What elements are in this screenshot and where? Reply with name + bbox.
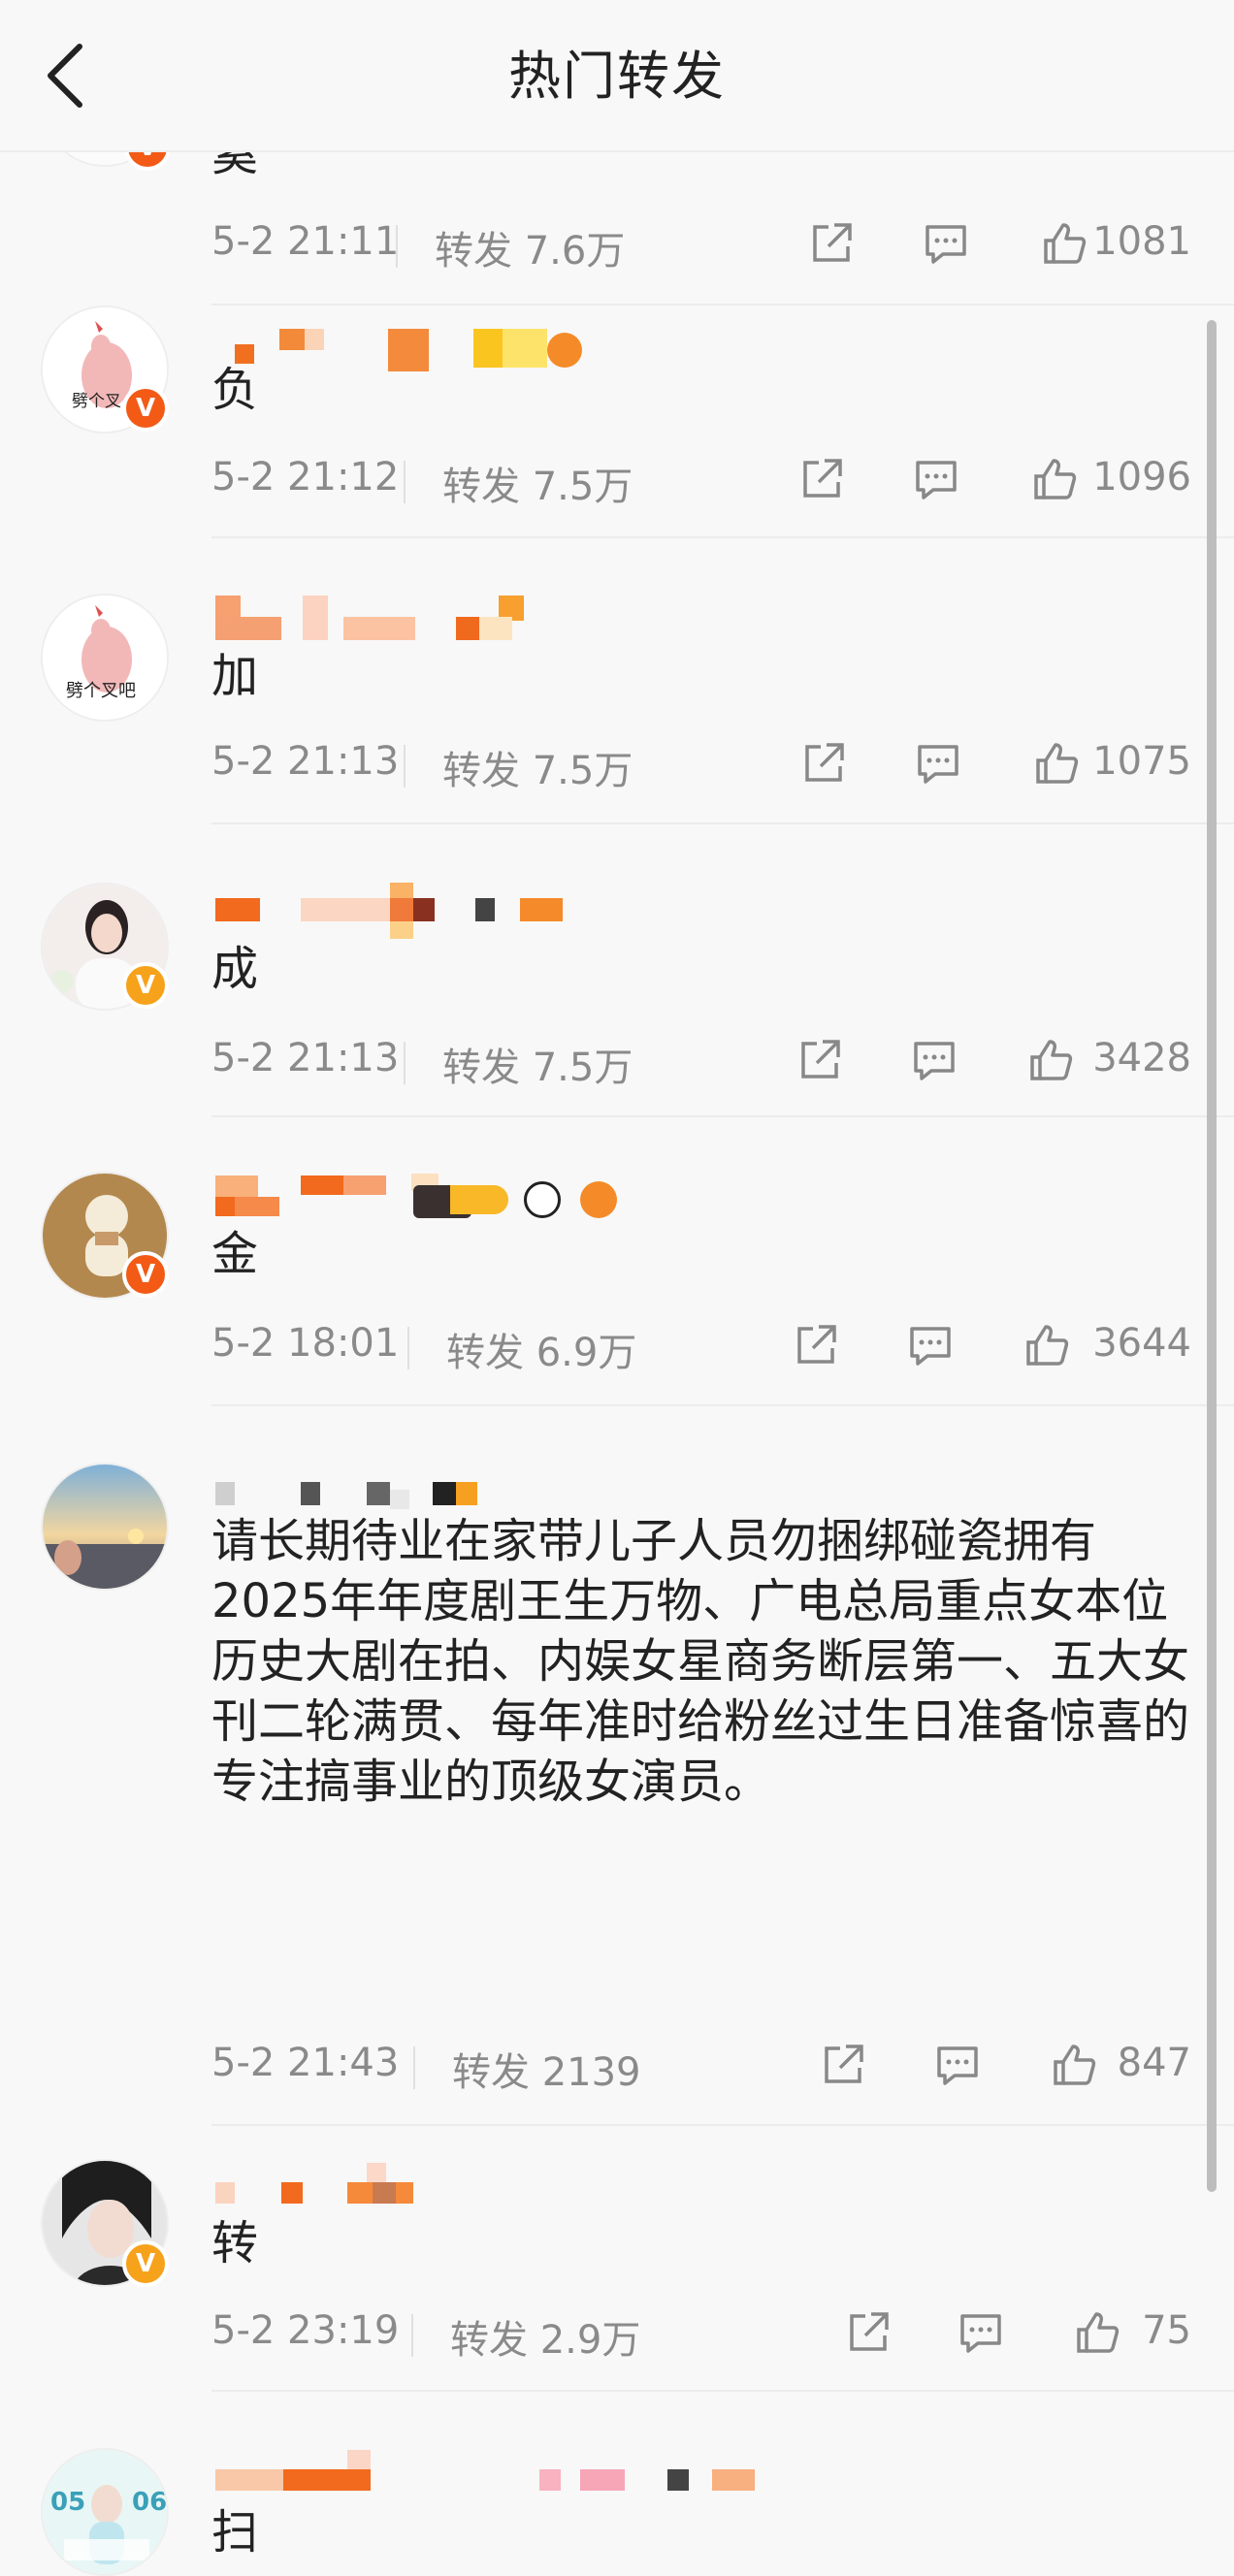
thumbs-up-icon[interactable] (1023, 1321, 1071, 1369)
meta-divider (404, 1042, 406, 1084)
timestamp: 5-2 18:01 (211, 1321, 400, 1366)
comment-icon[interactable] (906, 1321, 955, 1369)
meta-divider (404, 461, 406, 503)
comment-meta: 5-2 21:12 转发 7.5万 1096 (211, 451, 1191, 509)
comment-text: 加 (211, 649, 259, 703)
timestamp: 5-2 21:13 (211, 739, 400, 784)
comment-meta: 5-2 21:13 转发 7.5万 3428 (211, 1032, 1191, 1090)
svg-text:05: 05 (50, 2488, 85, 2517)
verified-badge: V (122, 962, 169, 1009)
divider (211, 536, 1234, 538)
divider (211, 2390, 1234, 2392)
comment-text: 请长期待业在家带儿子人员勿捆绑碰瓷拥有2025年年度剧王生万物、广电总局重点女本… (211, 1514, 1190, 1809)
thumbs-up-icon[interactable] (1032, 739, 1081, 788)
username-censored[interactable] (211, 2450, 755, 2495)
username-censored[interactable] (211, 883, 600, 939)
like-count[interactable]: 1096 (1092, 455, 1191, 499)
meta-divider (411, 2314, 413, 2357)
divider (211, 1404, 1234, 1406)
comment-icon[interactable] (922, 219, 970, 268)
comment-text: 转 (211, 2216, 259, 2270)
meta-divider (396, 225, 398, 268)
repost-count: 转发 7.5万 (442, 1046, 633, 1090)
username-censored[interactable] (211, 596, 580, 640)
repost-count: 转发 7.5万 (442, 749, 633, 793)
meta-divider (407, 1327, 409, 1369)
like-count[interactable]: 75 (1142, 2308, 1191, 2353)
repost-count: 转发 7.5万 (442, 465, 633, 509)
comment-meta: 5-2 21:11 转发 7.6万 1081 (211, 215, 1191, 274)
thumbs-up-icon[interactable] (1030, 455, 1079, 503)
comment-meta: 5-2 18:01 转发 6.9万 3644 (211, 1317, 1191, 1375)
comment-text: 负 (211, 363, 259, 417)
comment-icon[interactable] (910, 1036, 958, 1084)
timestamp: 5-2 21:12 (211, 455, 400, 499)
comment-icon[interactable] (933, 2041, 982, 2089)
comment-icon[interactable] (912, 455, 960, 503)
like-count[interactable]: 1081 (1092, 219, 1191, 264)
username-censored[interactable] (211, 2161, 464, 2206)
avatar[interactable]: 劈个叉吧 (41, 594, 169, 722)
scrollbar[interactable] (1207, 320, 1217, 2192)
thumbs-up-icon[interactable] (1073, 2308, 1121, 2357)
meta-divider (404, 745, 406, 788)
comment-icon[interactable] (914, 739, 962, 788)
thumbs-up-icon[interactable] (1050, 2041, 1098, 2089)
avatar[interactable] (41, 1463, 169, 1591)
thumbs-up-icon[interactable] (1026, 1036, 1075, 1084)
like-count[interactable]: 847 (1118, 2041, 1191, 2085)
repost-count: 转发 7.6万 (435, 229, 626, 274)
share-icon[interactable] (819, 2041, 867, 2089)
comment-meta: 5-2 21:13 转发 7.5万 1075 (211, 735, 1191, 793)
timestamp: 5-2 21:13 (211, 1036, 400, 1080)
like-count[interactable]: 1075 (1092, 739, 1191, 784)
share-icon[interactable] (844, 2308, 893, 2357)
repost-count: 转发 2.9万 (450, 2318, 641, 2363)
like-count[interactable]: 3644 (1092, 1321, 1191, 1366)
comment-meta: 5-2 23:19 转发 2.9万 75 (211, 2304, 1191, 2363)
comment-text: 扫 (211, 2505, 259, 2560)
like-count[interactable]: 3428 (1092, 1036, 1191, 1080)
divider (211, 1115, 1234, 1117)
comment-icon[interactable] (957, 2308, 1005, 2357)
thumbs-up-icon[interactable] (1040, 219, 1088, 268)
avatar[interactable]: 05 06 (41, 2448, 169, 2576)
share-icon[interactable] (797, 455, 846, 503)
verified-badge: V (122, 2240, 169, 2287)
divider (211, 2124, 1234, 2126)
svg-text:06: 06 (132, 2488, 167, 2517)
top-bar: 热门转发 (0, 0, 1234, 152)
verified-badge: V (122, 385, 169, 432)
share-icon[interactable] (796, 1036, 844, 1084)
share-icon[interactable] (807, 219, 856, 268)
svg-text:劈个叉: 劈个叉 (72, 392, 121, 411)
page-title: 热门转发 (508, 46, 726, 107)
verified-badge: V (122, 1251, 169, 1298)
meta-divider (413, 2046, 415, 2089)
timestamp: 5-2 21:43 (211, 2041, 400, 2085)
comment-meta: 5-2 21:43 转发 2139 847 (211, 2037, 1191, 2095)
divider (211, 304, 1234, 306)
share-icon[interactable] (799, 739, 848, 788)
comment-text: 成 (211, 942, 259, 996)
divider (211, 822, 1234, 824)
svg-text:劈个叉吧: 劈个叉吧 (66, 681, 136, 701)
timestamp: 5-2 21:11 (211, 219, 400, 264)
repost-count: 转发 6.9万 (446, 1331, 637, 1375)
timestamp: 5-2 23:19 (211, 2308, 400, 2353)
comment-text: 金 (211, 1227, 259, 1281)
share-icon[interactable] (792, 1321, 840, 1369)
username-censored[interactable] (211, 1174, 638, 1218)
repost-count: 转发 2139 (452, 2050, 641, 2095)
